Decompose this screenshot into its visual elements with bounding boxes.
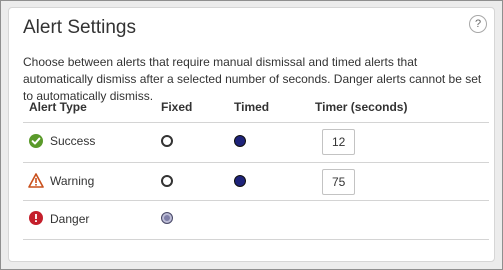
timed-radio-success[interactable] [234,135,246,147]
fixed-radio-danger [161,212,173,224]
alert-type-label: Warning [50,174,95,188]
check-circle-icon [29,134,43,148]
timer-input-success[interactable] [322,129,355,155]
column-header-timer: Timer (seconds) [315,100,408,114]
table-row-danger: Danger [23,201,489,239]
alert-settings-panel: Alert Settings ? Choose between alerts t… [8,7,495,262]
alert-type-label: Success [50,134,96,148]
timer-input-warning[interactable] [322,169,355,195]
warning-triangle-icon [28,173,44,188]
description-text: Choose between alerts that require manua… [23,55,482,103]
fixed-radio-success[interactable] [161,135,173,147]
table-row-warning: Warning [23,163,489,201]
table-row-success: Success [23,123,489,161]
column-header-timed: Timed [234,100,270,114]
page-title: Alert Settings [23,17,136,38]
fixed-radio-warning[interactable] [161,175,173,187]
help-icon[interactable]: ? [469,15,487,33]
timed-radio-warning[interactable] [234,175,246,187]
column-header-fixed: Fixed [161,100,193,114]
exclamation-circle-icon [29,211,43,225]
window: Alert Settings ? Choose between alerts t… [0,0,503,270]
row-divider [23,239,489,240]
alert-type-label: Danger [50,212,90,226]
column-header-alert-type: Alert Type [29,100,87,114]
